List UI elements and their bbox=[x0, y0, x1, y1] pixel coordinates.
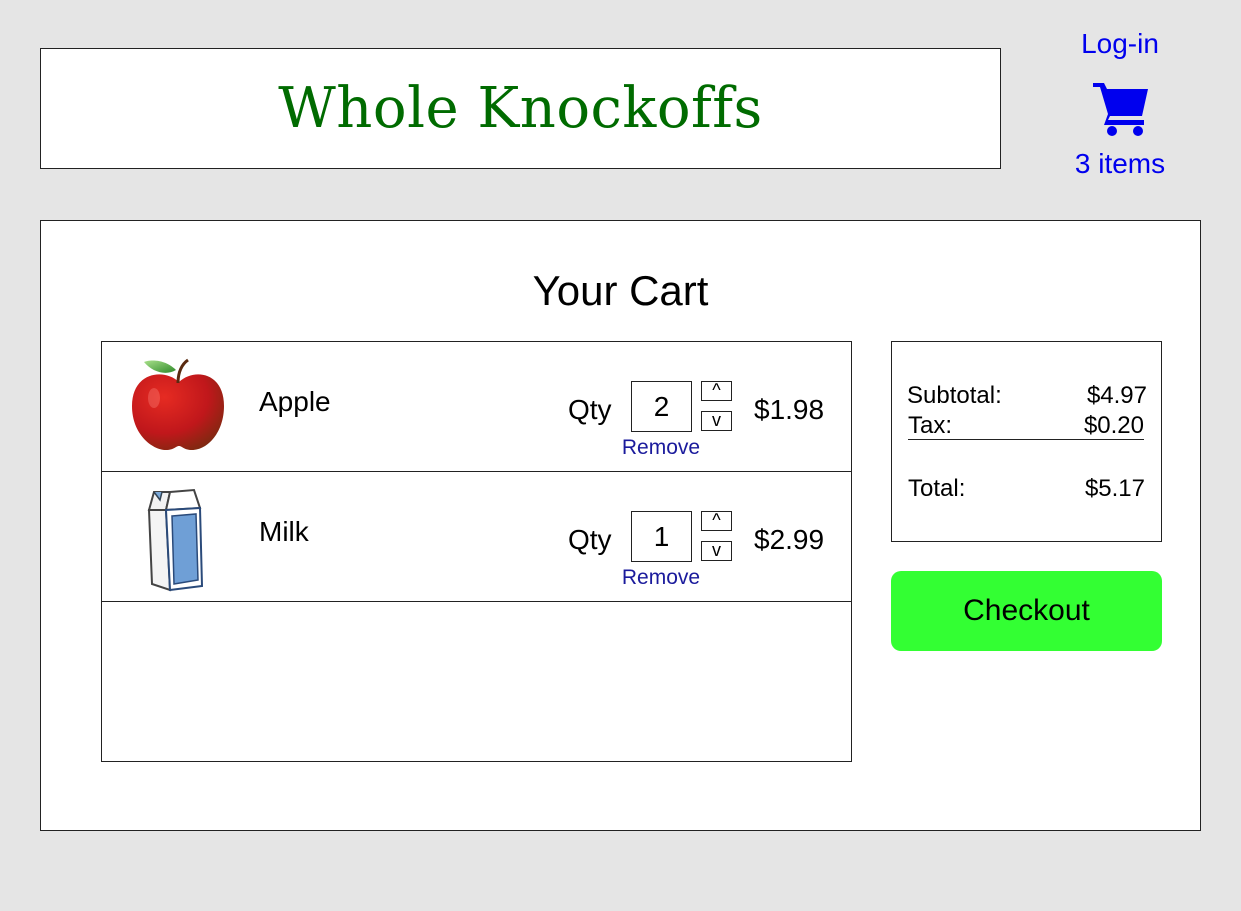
tax-label: Tax: bbox=[908, 412, 953, 439]
qty-increase-button[interactable]: ^ bbox=[701, 511, 732, 531]
quantity-field[interactable] bbox=[631, 381, 692, 432]
total-row: Total: $5.17 bbox=[908, 475, 1145, 503]
tax-value: $0.20 bbox=[1083, 412, 1144, 439]
apple-icon bbox=[132, 358, 224, 450]
brand-title: Whole Knockoffs bbox=[278, 76, 763, 141]
milk-carton-icon bbox=[147, 488, 204, 592]
item-price: $1.98 bbox=[754, 394, 825, 425]
subtotal-value: $4.97 bbox=[1086, 382, 1147, 409]
qty-decrease-button[interactable]: v bbox=[701, 541, 732, 561]
item-price: $2.99 bbox=[754, 524, 825, 555]
cart-item-count[interactable]: 3 items bbox=[1040, 148, 1200, 180]
qty-label: Qty bbox=[568, 394, 612, 425]
total-label: Total: bbox=[908, 475, 966, 502]
qty-label: Qty bbox=[568, 524, 612, 555]
cart-item-milk: Milk Qty ^ v $2.99 Remove bbox=[102, 472, 851, 602]
qty-increase-button[interactable]: ^ bbox=[701, 381, 732, 401]
tax-row: Tax: $0.20 bbox=[908, 413, 1144, 440]
login-link[interactable]: Log-in bbox=[1040, 28, 1200, 60]
cart-item-apple: Apple Qty ^ v $1.98 Remove bbox=[102, 342, 851, 472]
page-title: Your Cart bbox=[532, 267, 709, 314]
remove-item-link[interactable]: Remove bbox=[601, 566, 721, 590]
subtotal-row: Subtotal: $4.97 bbox=[907, 382, 1147, 410]
total-value: $5.17 bbox=[1084, 475, 1145, 502]
qty-decrease-button[interactable]: v bbox=[701, 411, 732, 431]
remove-item-link[interactable]: Remove bbox=[601, 436, 721, 460]
cart-panel: Your Cart Apple Qty 2 ^ v $1.98 Remove M… bbox=[40, 220, 1201, 831]
quantity-field[interactable] bbox=[631, 511, 692, 562]
order-summary: Subtotal: $4.97 Tax: $0.20 Total: $5.17 bbox=[891, 341, 1162, 542]
subtotal-label: Subtotal: bbox=[907, 382, 1002, 409]
checkout-button[interactable]: Checkout bbox=[891, 571, 1162, 651]
item-name: Milk bbox=[259, 516, 309, 547]
item-name: Apple bbox=[259, 386, 331, 417]
shopping-cart-icon[interactable] bbox=[1092, 79, 1150, 137]
cart-item-list: Apple Qty ^ v $1.98 Remove Milk Qty ^ v … bbox=[101, 341, 852, 762]
site-header: Whole Knockoffs bbox=[40, 48, 1001, 169]
